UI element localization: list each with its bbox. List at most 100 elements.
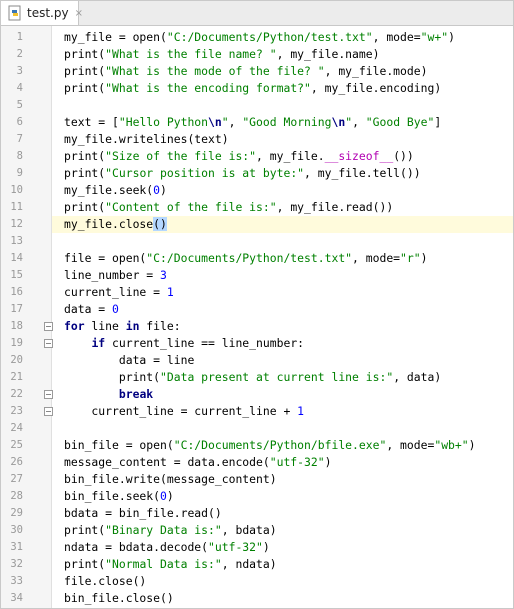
line-number: 19 bbox=[10, 337, 23, 349]
code-token: "C:/Documents/Python/bfile.exe" bbox=[173, 438, 387, 452]
code-token: 1 bbox=[297, 404, 305, 418]
editor-window: test.py × 1 my_file = open("C:/Documents/… bbox=[0, 0, 514, 609]
code-line[interactable]: 10 my_file.seek(0) bbox=[10, 182, 513, 199]
code-line[interactable]: 1 my_file = open("C:/Documents/Python/tes… bbox=[17, 29, 513, 46]
fold-marker-icon[interactable] bbox=[44, 322, 53, 331]
code-token: 0 bbox=[160, 489, 167, 503]
code-token: "What is the file name? " bbox=[105, 47, 277, 61]
code-line[interactable]: 5 bbox=[17, 97, 513, 114]
code-line[interactable]: 20 data = line bbox=[10, 352, 513, 369]
code-token: print( bbox=[64, 370, 161, 384]
line-number: 28 bbox=[10, 490, 23, 502]
code-token: bin_file.write(message_content) bbox=[64, 472, 277, 486]
code-token: print( bbox=[64, 557, 106, 571]
code-line[interactable]: 22 break bbox=[10, 386, 513, 403]
code-line[interactable]: 33 file.close() bbox=[10, 573, 513, 590]
code-token: print( bbox=[64, 200, 106, 214]
code-text: my_file.close() bbox=[64, 216, 167, 233]
code-token: "Content of the file is:" bbox=[105, 200, 277, 214]
code-line[interactable]: 30 print("Binary Data is:", bdata) bbox=[10, 522, 513, 539]
code-line[interactable]: 8 print("Size of the file is:", my_file._… bbox=[17, 148, 513, 165]
code-text: print("What is the encoding format?", my… bbox=[64, 80, 441, 97]
code-token: current_line == line_number: bbox=[105, 336, 305, 350]
code-line[interactable]: 17 data = 0 bbox=[10, 301, 513, 318]
code-text: print("Content of the file is:", my_file… bbox=[64, 199, 393, 216]
code-token: 3 bbox=[160, 268, 167, 282]
code-line[interactable]: 3 print("What is the mode of the file? ",… bbox=[17, 63, 513, 80]
code-line[interactable]: 12 my_file.close() bbox=[10, 216, 513, 233]
code-token: , mode= bbox=[372, 30, 421, 44]
code-token: __sizeof__ bbox=[324, 149, 394, 163]
code-line[interactable]: 18 for line in file: bbox=[10, 318, 513, 335]
code-line[interactable]: 27 bin_file.write(message_content) bbox=[10, 471, 513, 488]
code-line[interactable]: 19 if current_line == line_number: bbox=[10, 335, 513, 352]
code-line[interactable]: 31 ndata = bdata.decode("utf-32") bbox=[10, 539, 513, 556]
line-number: 27 bbox=[10, 473, 23, 485]
code-line[interactable]: 29 bdata = bin_file.read() bbox=[10, 505, 513, 522]
code-text: text = ["Hello Python\n", "Good Morning\… bbox=[64, 114, 441, 131]
close-icon[interactable]: × bbox=[75, 8, 83, 19]
code-token: bin_file.seek( bbox=[64, 489, 161, 503]
code-line[interactable]: 4 print("What is the encoding format?", m… bbox=[17, 80, 513, 97]
code-text: if current_line == line_number: bbox=[64, 335, 304, 352]
code-text: my_file.seek(0) bbox=[64, 182, 167, 199]
code-token: , bbox=[352, 115, 366, 129]
code-line[interactable]: 21 print("Data present at current line i… bbox=[10, 369, 513, 386]
code-token: ] bbox=[434, 115, 442, 129]
line-number: 8 bbox=[16, 150, 23, 162]
code-line[interactable]: 16 current_line = 1 bbox=[10, 284, 513, 301]
code-area[interactable]: 1 my_file = open("C:/Documents/Python/tes… bbox=[10, 26, 513, 608]
fold-marker-icon[interactable] bbox=[44, 339, 53, 348]
fold-marker-icon[interactable] bbox=[44, 390, 53, 399]
code-text: bdata = bin_file.read() bbox=[64, 505, 222, 522]
code-editor[interactable]: 1 my_file = open("C:/Documents/Python/tes… bbox=[1, 26, 513, 608]
line-number: 10 bbox=[10, 184, 23, 196]
code-line[interactable]: 25 bin_file = open("C:/Documents/Python/b… bbox=[10, 437, 513, 454]
code-token: line_number = bbox=[64, 268, 161, 282]
code-text: data = 0 bbox=[64, 301, 119, 318]
code-token: () bbox=[153, 217, 167, 231]
fold-marker-icon[interactable] bbox=[44, 407, 53, 416]
code-token: "C:/Documents/Python/test.txt" bbox=[146, 251, 353, 265]
python-file-icon bbox=[7, 5, 23, 21]
code-token: , my_file.encoding) bbox=[310, 81, 442, 95]
line-number: 1 bbox=[16, 31, 23, 43]
code-token: "wb+" bbox=[434, 438, 469, 452]
code-text: data = line bbox=[64, 352, 194, 369]
code-token: "utf-32" bbox=[269, 455, 325, 469]
code-token: bin_file.close() bbox=[64, 591, 174, 605]
code-token: , my_file.mode) bbox=[324, 64, 428, 78]
code-token: file = open( bbox=[64, 251, 147, 265]
code-line[interactable]: 15 line_number = 3 bbox=[10, 267, 513, 284]
code-text: bin_file.write(message_content) bbox=[64, 471, 277, 488]
code-token: text = [ bbox=[64, 115, 119, 129]
code-line[interactable]: 28 bin_file.seek(0) bbox=[10, 488, 513, 505]
line-number: 26 bbox=[10, 456, 23, 468]
code-token: , mode= bbox=[352, 251, 401, 265]
code-text: my_file.writelines(text) bbox=[64, 131, 229, 148]
code-line[interactable]: 32 print("Normal Data is:", ndata) bbox=[10, 556, 513, 573]
code-token: , ndata) bbox=[221, 557, 277, 571]
code-line[interactable]: 6 text = ["Hello Python\n", "Good Morning… bbox=[17, 114, 513, 131]
code-line[interactable]: 26 message_content = data.encode("utf-32"… bbox=[10, 454, 513, 471]
code-line[interactable]: 34 bin_file.close() bbox=[10, 590, 513, 607]
code-line[interactable]: 2 print("What is the file name? ", my_fil… bbox=[17, 46, 513, 63]
code-line[interactable]: 14 file = open("C:/Documents/Python/test.… bbox=[10, 250, 513, 267]
line-number: 20 bbox=[10, 354, 23, 366]
code-token: my_file.seek( bbox=[64, 183, 154, 197]
code-line[interactable]: 24 bbox=[10, 420, 513, 437]
code-token: , my_file.tell()) bbox=[304, 166, 421, 180]
code-line[interactable]: 11 print("Content of the file is:", my_fi… bbox=[10, 199, 513, 216]
code-line[interactable]: 13 bbox=[10, 233, 513, 250]
code-line[interactable]: 23 current_line = current_line + 1 bbox=[10, 403, 513, 420]
code-token: line bbox=[84, 319, 126, 333]
code-token: ) bbox=[166, 489, 174, 503]
code-text: print("Size of the file is:", my_file.__… bbox=[64, 148, 414, 165]
code-token: "What is the encoding format?" bbox=[105, 81, 311, 95]
code-token: "Good Morning bbox=[242, 115, 332, 129]
code-line[interactable]: 7 my_file.writelines(text) bbox=[17, 131, 513, 148]
tab-test-py[interactable]: test.py × bbox=[1, 1, 83, 25]
tab-label: test.py bbox=[27, 6, 69, 20]
code-line[interactable]: 9 print("Cursor position is at byte:", my… bbox=[17, 165, 513, 182]
line-number: 22 bbox=[10, 388, 23, 400]
